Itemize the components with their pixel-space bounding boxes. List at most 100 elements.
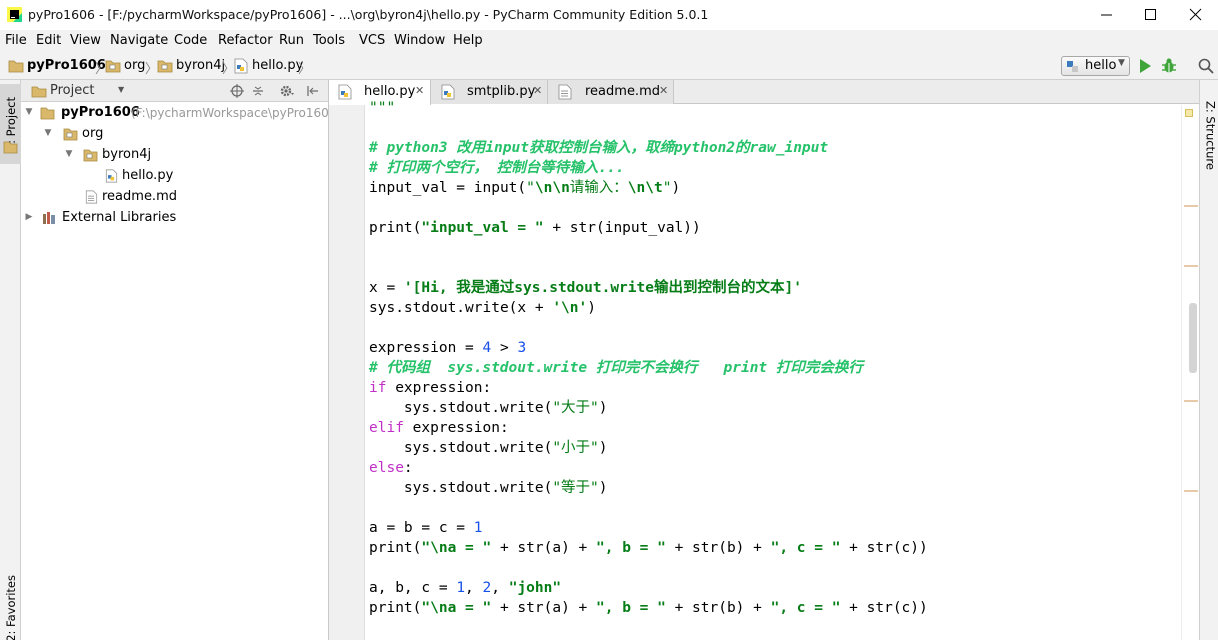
run-config-select[interactable]: hello ▼ xyxy=(1061,56,1130,76)
code-token: print( xyxy=(369,540,422,556)
tab-favorites-label: 2: Favorites xyxy=(3,574,18,640)
dropdown-arrow-icon[interactable]: ▼ xyxy=(118,85,124,94)
menu-navigate[interactable]: Navigate xyxy=(110,33,168,48)
code-line[interactable]: expression = 4 > 3 xyxy=(369,338,526,358)
code-token: '\n' xyxy=(552,300,588,316)
tree-item-hello-py[interactable]: hello.py xyxy=(21,166,328,187)
code-line[interactable]: sys.stdout.write("等于") xyxy=(369,478,608,498)
code-token: x = xyxy=(369,280,404,296)
code-token: + str(c)) xyxy=(840,540,928,556)
code-token: 3 xyxy=(517,340,527,356)
code-line[interactable]: elif expression: xyxy=(369,418,509,438)
folder-icon xyxy=(8,60,24,73)
menu-run[interactable]: Run xyxy=(279,33,304,48)
code-editor[interactable]: """ # python3 改用input获取控制台输入，取缔python2的ra… xyxy=(369,100,1189,640)
hide-panel-icon[interactable] xyxy=(306,84,320,98)
maximize-button[interactable] xyxy=(1127,0,1173,30)
code-token: 4 xyxy=(482,340,492,356)
code-line[interactable]: sys.stdout.write("大于") xyxy=(369,398,608,418)
code-line[interactable]: print("input_val = " + str(input_val)) xyxy=(369,218,701,238)
code-line[interactable]: sys.stdout.write("小于") xyxy=(369,438,608,458)
code-token: 1 xyxy=(473,520,483,536)
package-folder-icon xyxy=(157,60,173,73)
code-token: input_val = input( xyxy=(369,180,527,196)
code-token: # 代码组 sys.stdout.write 打印完不会换行 print 打印完… xyxy=(369,360,863,376)
code-line[interactable]: a, b, c = 1, 2, "john" xyxy=(369,578,561,598)
python-file-icon xyxy=(441,84,455,100)
menu-code[interactable]: Code xyxy=(174,33,207,48)
title-bar: pyPro1606 - [F:/pycharmWorkspace/pyPro16… xyxy=(0,0,1218,30)
code-line[interactable]: x = '[Hi, 我是通过sys.stdout.write输出到控制台的文本]… xyxy=(369,278,802,298)
code-token: sys.stdout.write(x + xyxy=(369,300,553,316)
close-tab-icon[interactable]: ✕ xyxy=(659,84,668,97)
tree-item-byron4j[interactable]: ▼ byron4j xyxy=(21,145,328,166)
code-line[interactable]: # 打印两个空行， 控制台等待输入... xyxy=(369,158,624,178)
close-tab-icon[interactable]: ✕ xyxy=(533,84,542,97)
expanded-arrow-icon[interactable]: ▼ xyxy=(64,149,74,159)
project-panel: Project ▼ ▼ pyPro1606 (F:\pycharmWorkspa… xyxy=(21,80,337,640)
code-line[interactable]: # 代码组 sys.stdout.write 打印完不会换行 print 打印完… xyxy=(369,358,863,378)
minimize-button[interactable] xyxy=(1083,0,1129,30)
menu-edit[interactable]: Edit xyxy=(36,33,61,48)
code-token: elif xyxy=(369,420,404,436)
menu-refactor[interactable]: Refactor xyxy=(218,33,273,48)
code-line[interactable]: input_val = input("\n\n请输入：\n\t") xyxy=(369,178,680,198)
tab-smtplib-py[interactable]: smtplib.py ✕ xyxy=(431,80,548,104)
collapsed-arrow-icon[interactable]: ▶ xyxy=(24,212,34,222)
breadcrumb-byron4j[interactable]: byron4j xyxy=(176,58,225,73)
warning-marker[interactable] xyxy=(1184,490,1198,492)
tab-favorites[interactable]: 2: Favorites xyxy=(0,574,21,640)
menu-vcs[interactable]: VCS xyxy=(359,33,385,48)
breadcrumb-hello-py[interactable]: hello.py xyxy=(252,58,303,73)
package-folder-icon xyxy=(83,149,98,162)
search-icon[interactable] xyxy=(1198,58,1214,74)
tab-structure[interactable]: Z: Structure xyxy=(1200,90,1218,180)
close-button[interactable] xyxy=(1172,0,1218,30)
text-file-icon xyxy=(558,84,572,100)
inspection-status-icon[interactable] xyxy=(1185,109,1193,117)
package-folder-icon xyxy=(105,60,121,73)
tree-item-readme-md[interactable]: readme.md xyxy=(21,187,328,208)
expanded-arrow-icon[interactable]: ▼ xyxy=(43,128,53,138)
code-token: + str(a) + xyxy=(491,540,596,556)
menu-view[interactable]: View xyxy=(70,33,101,48)
tree-item-external-libraries[interactable]: ▶ External Libraries xyxy=(21,208,328,229)
menu-tools[interactable]: Tools xyxy=(313,33,345,48)
warning-marker[interactable] xyxy=(1184,205,1198,207)
code-line[interactable]: print("\na = " + str(a) + ", b = " + str… xyxy=(369,538,928,558)
tree-item-org[interactable]: ▼ org xyxy=(21,124,328,145)
code-token: 请输入： xyxy=(569,180,628,196)
warning-marker[interactable] xyxy=(1184,265,1198,267)
code-line[interactable]: a = b = c = 1 xyxy=(369,518,483,538)
code-token: \n\n xyxy=(534,180,570,196)
menu-help[interactable]: Help xyxy=(453,33,483,48)
close-tab-icon[interactable]: ✕ xyxy=(415,84,424,97)
warning-marker[interactable] xyxy=(1184,400,1198,402)
collapse-all-icon[interactable] xyxy=(251,84,265,98)
breadcrumb-org[interactable]: org xyxy=(124,58,145,73)
code-line[interactable]: if expression: xyxy=(369,378,491,398)
tab-readme-md[interactable]: readme.md ✕ xyxy=(548,80,674,104)
code-token: ", c = " xyxy=(770,600,841,616)
scroll-from-source-icon[interactable] xyxy=(230,84,244,98)
tab-label: readme.md xyxy=(585,84,660,99)
menu-file[interactable]: File xyxy=(5,33,27,48)
editor-scrollbar-thumb[interactable] xyxy=(1189,303,1197,373)
code-line[interactable]: else: xyxy=(369,458,413,478)
menu-window[interactable]: Window xyxy=(394,33,445,48)
code-token: + str(input_val)) xyxy=(543,220,701,236)
code-line[interactable]: sys.stdout.write(x + '\n') xyxy=(369,298,596,318)
code-line[interactable]: # python3 改用input获取控制台输入，取缔python2的raw_i… xyxy=(369,138,828,158)
debug-icon[interactable] xyxy=(1160,57,1178,75)
python-file-icon xyxy=(234,58,248,74)
code-line[interactable]: print("\na = " + str(a) + ", b = " + str… xyxy=(369,598,928,618)
project-view-select[interactable]: Project xyxy=(50,83,94,98)
tree-label-readme-md: readme.md xyxy=(102,189,177,204)
expanded-arrow-icon[interactable]: ▼ xyxy=(24,107,34,117)
code-token: "john" xyxy=(508,580,562,596)
gear-icon[interactable] xyxy=(279,84,295,98)
tree-item-project-root[interactable]: ▼ pyPro1606 (F:\pycharmWorkspace\pyPro16… xyxy=(21,103,337,124)
code-line[interactable]: """ xyxy=(369,98,395,118)
code-token: : xyxy=(403,460,413,476)
run-icon[interactable] xyxy=(1138,58,1152,74)
